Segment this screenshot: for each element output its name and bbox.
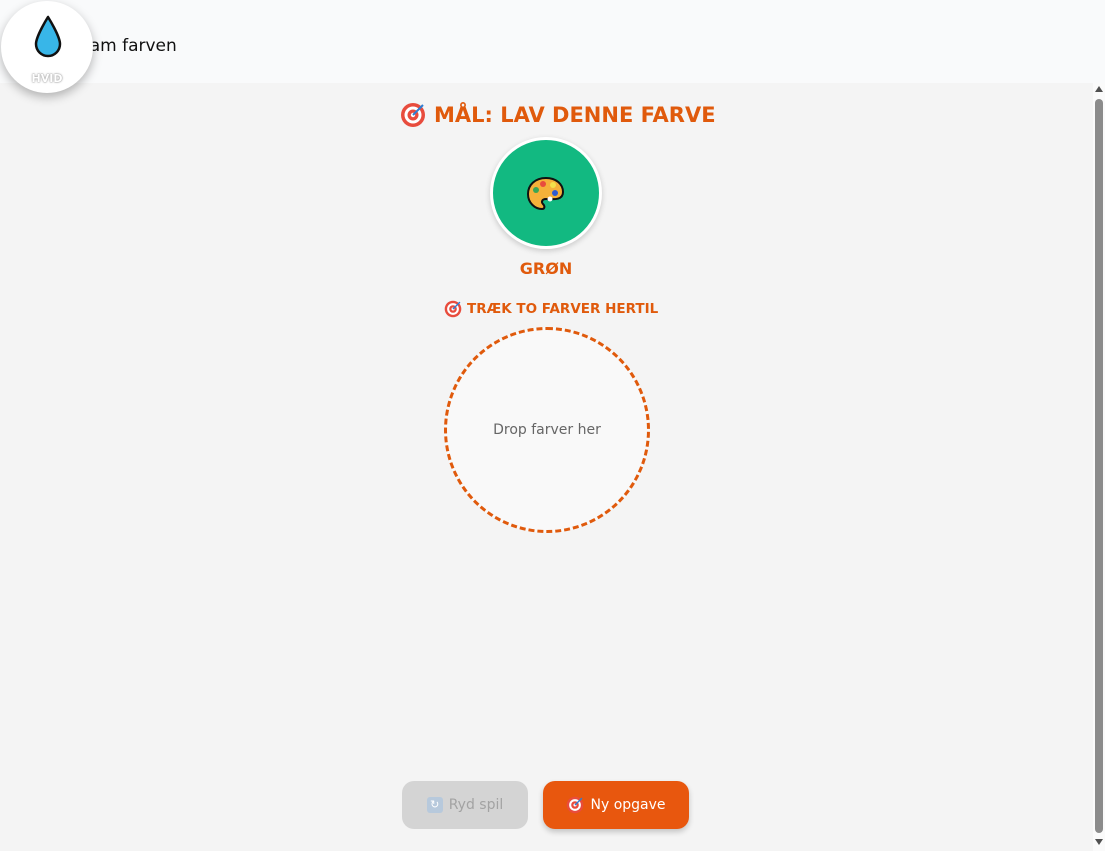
target-icon <box>444 300 462 318</box>
goal-color-name: GRØN <box>519 259 573 278</box>
goal-color-swatch <box>490 137 602 249</box>
app-title: lam farven <box>85 36 177 56</box>
reset-game-button[interactable]: ↻ Ryd spil <box>402 781 528 829</box>
reset-game-label: Ryd spil <box>448 797 504 813</box>
color-drop-zone[interactable]: Drop farver her <box>444 327 650 533</box>
drop-placeholder: Drop farver her <box>493 422 601 438</box>
refresh-icon: ↻ <box>426 797 443 813</box>
water-drop-icon <box>34 15 62 58</box>
goal-heading: MÅL: LAV DENNE FARVE <box>400 101 716 129</box>
target-icon <box>567 796 584 814</box>
new-task-label: Ny opgave <box>590 797 666 813</box>
target-icon <box>401 103 425 127</box>
vertical-scrollbar[interactable] <box>1093 83 1105 851</box>
chip-label: HVID <box>31 72 63 85</box>
white-color-chip[interactable]: HVID <box>1 1 93 93</box>
scroll-up-arrow[interactable] <box>1095 86 1103 92</box>
goal-heading-text: MÅL: LAV DENNE FARVE <box>434 103 716 127</box>
scroll-thumb[interactable] <box>1095 99 1103 833</box>
scroll-down-arrow[interactable] <box>1095 839 1103 845</box>
drag-hint: TRÆK TO FARVER HERTIL <box>444 299 658 319</box>
top-bar: lam farven <box>0 0 1105 83</box>
drag-hint-text: TRÆK TO FARVER HERTIL <box>467 301 659 317</box>
palette-icon <box>526 176 565 211</box>
new-task-button[interactable]: Ny opgave <box>543 781 689 829</box>
